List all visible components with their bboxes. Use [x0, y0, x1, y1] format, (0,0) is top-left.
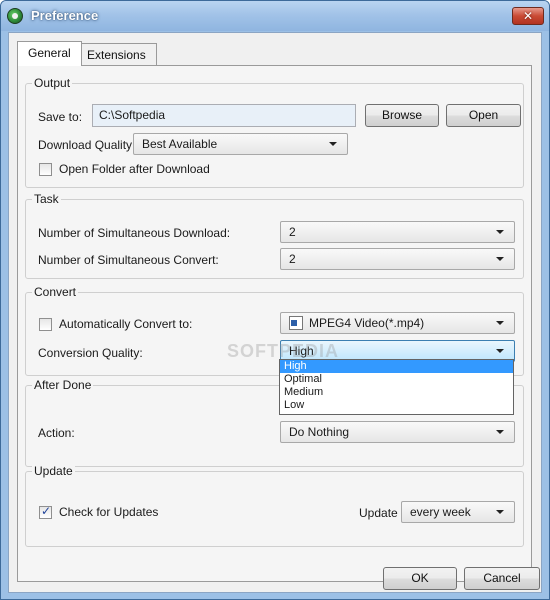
open-folder-label: Open Folder after Download — [59, 162, 210, 176]
dropdown-option-optimal[interactable]: Optimal — [280, 373, 513, 386]
video-file-icon — [289, 315, 303, 330]
chevron-down-icon — [496, 430, 504, 434]
close-button[interactable]: ✕ — [512, 7, 544, 25]
preference-window: Preference ✕ General Extensions Output S… — [0, 0, 550, 600]
conversion-quality-label: Conversion Quality: — [38, 346, 143, 360]
action-select[interactable]: Do Nothing — [280, 421, 515, 443]
chevron-down-icon — [496, 257, 504, 261]
sim-download-value: 2 — [289, 225, 296, 239]
dropdown-option-high[interactable]: High — [280, 360, 513, 373]
ok-button[interactable]: OK — [383, 567, 457, 590]
check-updates-label: Check for Updates — [59, 505, 159, 519]
chevron-down-icon — [329, 142, 337, 146]
open-folder-checkbox[interactable] — [39, 163, 52, 176]
auto-convert-checkbox[interactable] — [39, 318, 52, 331]
dropdown-option-medium[interactable]: Medium — [280, 386, 513, 399]
chevron-down-icon — [496, 510, 504, 514]
window-title: Preference — [31, 8, 99, 23]
chevron-down-icon — [496, 349, 504, 353]
open-button[interactable]: Open — [446, 104, 521, 127]
convert-format-select[interactable]: MPEG4 Video(*.mp4) — [280, 312, 515, 334]
chevron-down-icon — [496, 321, 504, 325]
download-quality-value: Best Available — [142, 137, 218, 151]
dialog-client: General Extensions Output Save to: C:\So… — [8, 32, 542, 593]
after-done-legend: After Done — [32, 378, 94, 392]
sim-download-label: Number of Simultaneous Download: — [38, 226, 231, 240]
task-group: Task Number of Simultaneous Download: 2 … — [25, 192, 524, 279]
update-frequency-select[interactable]: every week — [401, 501, 515, 523]
auto-convert-label: Automatically Convert to: — [59, 317, 193, 331]
sim-convert-select[interactable]: 2 — [280, 248, 515, 270]
output-legend: Output — [32, 76, 73, 90]
title-bar[interactable]: Preference ✕ — [1, 1, 549, 31]
general-panel: Output Save to: C:\Softpedia Browse Open… — [17, 65, 532, 582]
download-quality-select[interactable]: Best Available — [133, 133, 348, 155]
app-globe-icon — [7, 8, 23, 24]
browse-button[interactable]: Browse — [365, 104, 439, 127]
action-label: Action: — [38, 426, 75, 440]
update-legend: Update — [32, 464, 75, 478]
chevron-down-icon — [496, 230, 504, 234]
tab-general[interactable]: General — [17, 41, 82, 66]
cancel-button[interactable]: Cancel — [464, 567, 540, 590]
task-legend: Task — [32, 192, 61, 206]
update-frequency-label: Update — [359, 506, 398, 520]
output-group: Output Save to: C:\Softpedia Browse Open… — [25, 76, 524, 188]
tab-extensions[interactable]: Extensions — [76, 43, 157, 65]
download-quality-label: Download Quality: — [38, 138, 136, 152]
action-value: Do Nothing — [289, 425, 350, 439]
convert-format-value: MPEG4 Video(*.mp4) — [309, 316, 425, 330]
dropdown-option-low[interactable]: Low — [280, 399, 513, 412]
save-to-label: Save to: — [38, 110, 83, 124]
convert-legend: Convert — [32, 285, 79, 299]
sim-download-select[interactable]: 2 — [280, 221, 515, 243]
sim-convert-label: Number of Simultaneous Convert: — [38, 253, 219, 267]
update-group: Update Check for Updates Update every we… — [25, 464, 524, 547]
sim-convert-value: 2 — [289, 252, 296, 266]
save-to-field[interactable]: C:\Softpedia — [92, 104, 356, 127]
check-updates-checkbox[interactable] — [39, 504, 52, 519]
conversion-quality-dropdown: High Optimal Medium Low — [279, 359, 514, 415]
close-icon: ✕ — [522, 9, 534, 23]
update-frequency-value: every week — [410, 505, 471, 519]
